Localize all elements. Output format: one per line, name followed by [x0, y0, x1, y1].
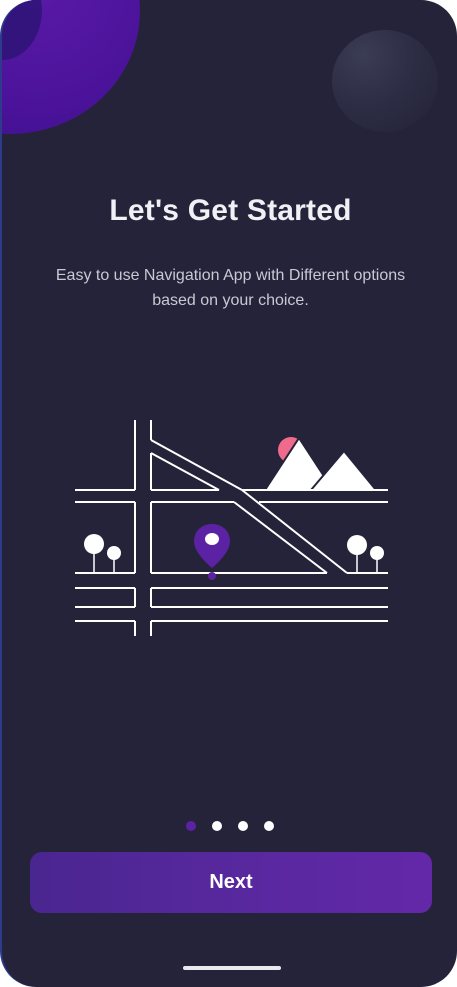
page-title: Let's Get Started [109, 194, 352, 227]
pagination-dot[interactable] [212, 821, 222, 831]
pagination-dot[interactable] [264, 821, 274, 831]
tree-icon [347, 535, 384, 573]
pagination-dots [186, 820, 274, 832]
page-subtitle: Easy to use Navigation App with Differen… [55, 267, 406, 309]
map-roads-illustration [75, 420, 388, 636]
pagination-dot[interactable] [238, 821, 248, 831]
next-button[interactable]: Next [30, 852, 432, 913]
phone-screen: Let's Get Started Easy to use Navigation… [0, 0, 457, 987]
decorative-dark-circle [332, 30, 438, 132]
map-pin-icon [194, 524, 230, 580]
home-indicator[interactable] [183, 966, 281, 970]
tree-icon [84, 534, 121, 573]
pagination-dot-active[interactable] [186, 821, 196, 831]
